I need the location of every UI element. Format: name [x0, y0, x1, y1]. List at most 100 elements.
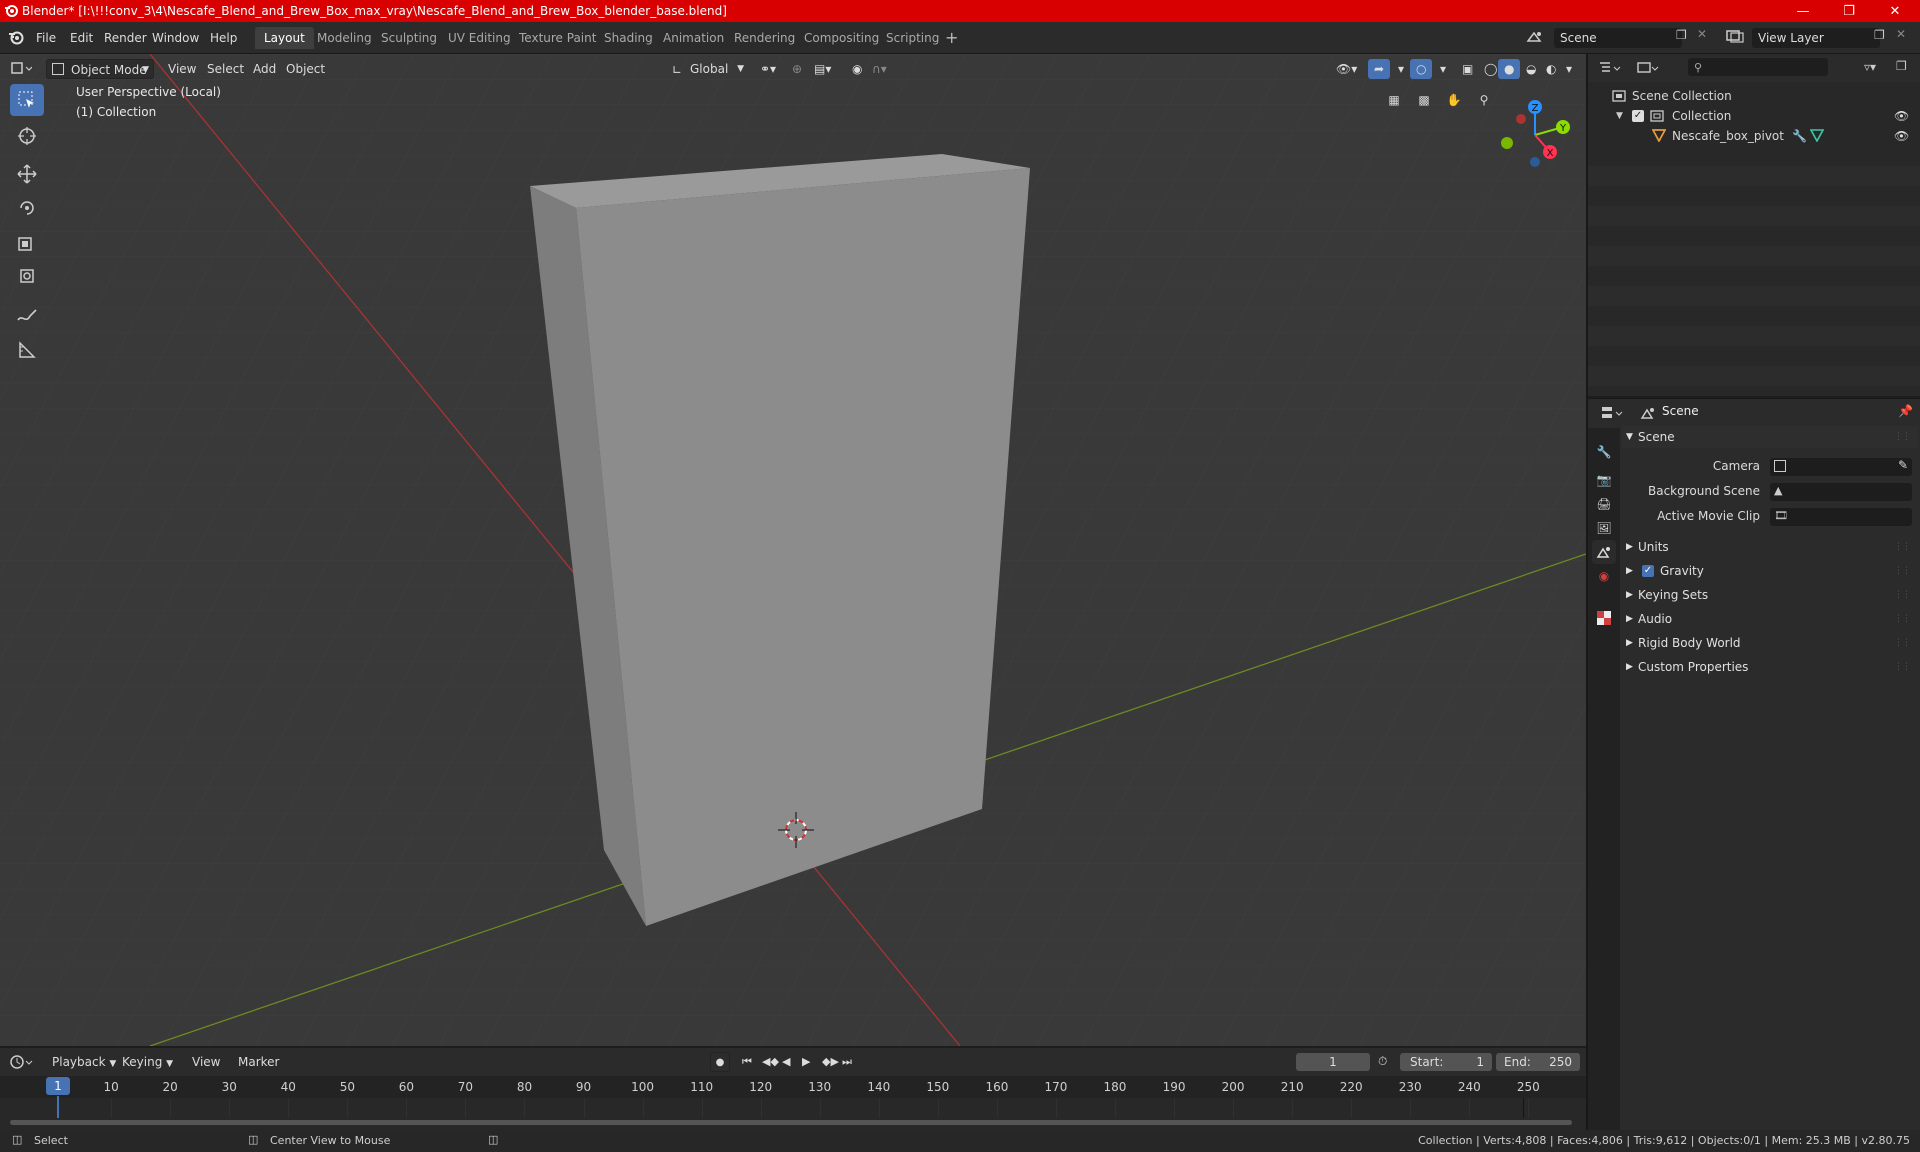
new-collection-icon[interactable]: ❐ — [1896, 59, 1907, 73]
view-layer-tab-icon[interactable]: 🖼 — [1592, 516, 1616, 540]
tab-uv-editing[interactable]: UV Editing — [439, 27, 520, 49]
tab-modeling[interactable]: Modeling — [308, 27, 381, 49]
new-scene-icon[interactable]: ❐ — [1676, 28, 1687, 42]
menu-file[interactable]: File — [30, 28, 62, 48]
tab-shading[interactable]: Shading — [595, 27, 662, 49]
properties-editor-type-icon[interactable] — [1600, 405, 1624, 424]
audio-panel-header[interactable]: ▶ Audio ⋮⋮ — [1622, 608, 1918, 630]
timeline-menu-marker[interactable]: Marker — [232, 1052, 285, 1072]
end-frame-field[interactable]: End: 250 — [1496, 1053, 1580, 1071]
editor-type-icon[interactable] — [10, 60, 33, 79]
eyedropper-icon[interactable]: ✎ — [1898, 458, 1908, 472]
camera-icon[interactable]: ▩ — [1410, 86, 1438, 114]
collection-checkbox[interactable]: ✓ — [1632, 110, 1644, 122]
start-frame-field[interactable]: Start: 1 — [1400, 1053, 1492, 1071]
current-frame-field[interactable]: 1 — [1296, 1053, 1370, 1071]
play-reverse-button[interactable]: ◀ — [776, 1052, 796, 1072]
snap-target-icon[interactable]: ▤▾ — [808, 59, 837, 79]
expand-arrow-icon[interactable]: ▼ — [1616, 106, 1623, 126]
rotate-tool[interactable] — [10, 192, 44, 224]
outliner-row-scene-collection[interactable]: Scene Collection — [1588, 86, 1920, 106]
menu-window[interactable]: Window — [146, 28, 205, 48]
gravity-panel-header[interactable]: ▶ ✓ Gravity ⋮⋮ — [1622, 560, 1918, 582]
viewport-menu-add[interactable]: Add — [247, 59, 282, 79]
rigid-body-world-panel-header[interactable]: ▶ Rigid Body World ⋮⋮ — [1622, 632, 1918, 654]
record-button[interactable]: ● — [710, 1052, 730, 1072]
solid-shading-icon[interactable]: ● — [1498, 59, 1521, 79]
add-workspace-icon[interactable]: + — [945, 28, 958, 47]
delete-scene-icon[interactable]: ✕ — [1697, 27, 1707, 41]
units-panel-header[interactable]: ▶ Units ⋮⋮ — [1622, 536, 1918, 558]
gravity-checkbox[interactable]: ✓ — [1642, 565, 1654, 577]
minimize-button[interactable]: — — [1780, 0, 1826, 22]
timeline-menu-keying[interactable]: Keying ▼ — [116, 1052, 179, 1072]
drag-handle-icon[interactable]: ⋮⋮ — [1894, 536, 1911, 558]
render-tab-icon[interactable]: 📷 — [1592, 468, 1616, 492]
gizmo-toggle-icon[interactable]: ➦ — [1368, 59, 1391, 79]
delete-view-layer-icon[interactable]: ✕ — [1896, 27, 1906, 41]
viewport-menu-select[interactable]: Select — [201, 59, 250, 79]
eye-icon[interactable]: 👁 — [1894, 106, 1909, 126]
tab-scripting[interactable]: Scripting — [877, 27, 948, 49]
maximize-button[interactable]: ❐ — [1826, 0, 1872, 22]
navigation-gizmo[interactable]: Z Y X — [1490, 90, 1580, 180]
transform-tool[interactable] — [10, 260, 44, 292]
gizmo-dropdown-icon[interactable]: ▾ — [1392, 59, 1410, 79]
visibility-icon[interactable]: 👁▾ — [1330, 59, 1363, 79]
select-box-tool[interactable] — [10, 84, 44, 116]
custom-properties-panel-header[interactable]: ▶ Custom Properties ⋮⋮ — [1622, 656, 1918, 678]
view-layer-selector[interactable]: View Layer — [1752, 28, 1880, 48]
view-layer-icon[interactable] — [1726, 29, 1744, 46]
toggle-camera-view-icon[interactable]: ▦ — [1380, 86, 1408, 114]
drag-handle-icon[interactable]: ⋮⋮ — [1894, 560, 1911, 582]
drag-handle-icon[interactable]: ⋮⋮ — [1894, 584, 1911, 606]
close-window-button[interactable]: ✕ — [1872, 0, 1918, 22]
falloff-icon[interactable]: ∩▾ — [866, 59, 893, 79]
drag-handle-icon[interactable]: ⋮⋮ — [1894, 608, 1911, 630]
zoom-icon[interactable]: ⚲ — [1470, 86, 1498, 114]
camera-field[interactable]: ✎ — [1770, 458, 1912, 476]
annotate-tool[interactable] — [10, 300, 44, 332]
display-mode-icon[interactable] — [1636, 60, 1660, 79]
scene-icon[interactable] — [1526, 29, 1544, 48]
timeline-editor-type-icon[interactable] — [10, 1054, 34, 1073]
jump-start-button[interactable]: ⏮ — [736, 1052, 758, 1072]
cursor-tool[interactable] — [10, 120, 44, 152]
pin-icon[interactable]: 📌 — [1898, 404, 1913, 418]
mesh-data-icon[interactable] — [1809, 128, 1825, 148]
outliner-row-object[interactable]: Nescafe_box_pivot 🔧 👁 — [1588, 126, 1920, 146]
blender-menu-icon[interactable] — [8, 29, 24, 48]
play-button[interactable]: ▶ — [796, 1052, 816, 1072]
tab-sculpting[interactable]: Sculpting — [372, 27, 446, 49]
transform-orientation-dropdown[interactable]: ∟ Global ▼ — [668, 59, 746, 79]
measure-tool[interactable] — [10, 334, 44, 366]
timeline-scrollbar[interactable] — [10, 1120, 1572, 1125]
eye-icon[interactable]: 👁 — [1894, 126, 1909, 146]
drag-handle-icon[interactable]: ⋮⋮ — [1894, 426, 1911, 448]
outliner-search-input[interactable]: ⚲ — [1688, 58, 1828, 76]
modifier-wrench-icon[interactable]: 🔧 — [1792, 126, 1807, 146]
keying-sets-panel-header[interactable]: ▶ Keying Sets ⋮⋮ — [1622, 584, 1918, 606]
move-tool[interactable] — [10, 158, 44, 190]
drag-handle-icon[interactable]: ⋮⋮ — [1894, 656, 1911, 678]
scale-tool[interactable] — [10, 226, 44, 258]
background-scene-field[interactable]: ▲ — [1770, 483, 1912, 501]
menu-render[interactable]: Render — [98, 28, 153, 48]
outliner-editor-type-icon[interactable] — [1598, 60, 1622, 79]
shading-options-icon[interactable]: ▾ — [1560, 59, 1578, 79]
object-mode-dropdown[interactable]: Object Mode ▼ — [46, 59, 154, 79]
filter-icon[interactable]: ▿▾ — [1864, 60, 1876, 74]
tab-animation[interactable]: Animation — [654, 27, 733, 49]
texture-tab-icon[interactable] — [1592, 606, 1616, 630]
tab-layout[interactable]: Layout — [255, 27, 314, 49]
scene-tab-icon[interactable] — [1592, 540, 1616, 564]
overlays-toggle-icon[interactable]: ○ — [1410, 59, 1433, 79]
3d-viewport[interactable]: Object Mode ▼ View Select Add Object ∟ G… — [0, 54, 1586, 1046]
scene-panel-header[interactable]: ▼ Scene ⋮⋮ — [1622, 426, 1918, 448]
new-view-layer-icon[interactable]: ❐ — [1874, 28, 1885, 42]
tab-rendering[interactable]: Rendering — [725, 27, 804, 49]
snap-icon[interactable]: ⊕ — [786, 59, 808, 79]
scene-selector[interactable]: Scene — [1554, 28, 1682, 48]
pivot-point-icon[interactable]: ⚭▾ — [754, 59, 782, 79]
tab-texture-paint[interactable]: Texture Paint — [510, 27, 605, 49]
